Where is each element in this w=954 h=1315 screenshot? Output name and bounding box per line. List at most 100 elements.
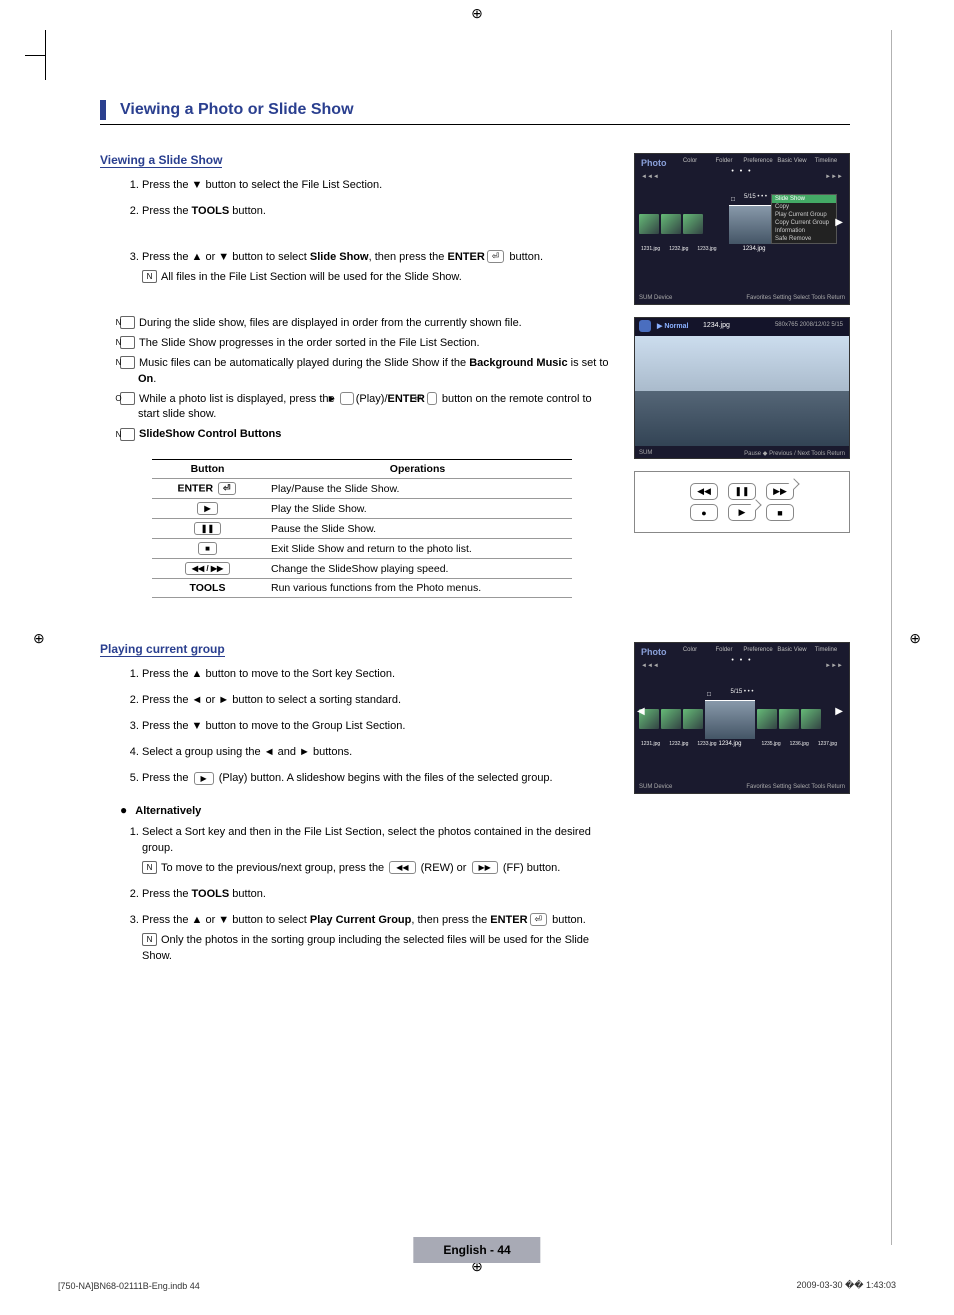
scr1-footer-left: SUM Device (639, 295, 672, 301)
note-icon: N (142, 270, 157, 283)
note-item-2: NThe Slide Show progresses in the order … (120, 336, 616, 352)
menu-item: Copy (772, 203, 836, 211)
note-icon: N (120, 316, 135, 329)
scr3-thumb (801, 709, 821, 729)
slideshow-steps: Press the ▼ button to select the File Li… (100, 178, 616, 286)
table-row: TOOLSRun various functions from the Phot… (152, 579, 572, 598)
scr3-arrows-l: ◄◄◄ (641, 663, 659, 669)
step-3-note: All files in the File List Section will … (161, 271, 462, 283)
step-3-b: Slide Show (310, 251, 369, 263)
play-key-icon: ▶ (197, 502, 217, 515)
scr1-footer-right: Favorites Setting Select Tools Return (746, 295, 845, 301)
play-key-icon: ▶ (194, 772, 214, 785)
note-icon: N (142, 861, 157, 874)
margin-line (891, 30, 892, 1245)
scr3-thumb (757, 709, 777, 729)
step-1-text: Press the ▼ button to select the File Li… (142, 179, 382, 191)
scr2-meta: 580x765 2008/12/02 5/15 (775, 322, 843, 328)
scr3-footer-right: Favorites Setting Select Tools Return (746, 784, 845, 790)
scr1-footer: SUM Device Favorites Setting Select Tool… (639, 295, 845, 301)
note-3-c: is set to (568, 357, 609, 369)
scr3-main-label: 1234.jpg (718, 741, 741, 747)
page-title: Viewing a Photo or Slide Show (120, 101, 354, 119)
rewff-key-icon: ◀◀ / ▶▶ (185, 562, 230, 575)
alt3-e: button. (549, 914, 586, 926)
step-3-a: Press the ▲ or ▼ button to select (142, 251, 310, 263)
registration-mark-right: ⊕ (909, 630, 921, 647)
thumb-label: 1233.jpg (697, 246, 716, 252)
cell-op: Play/Pause the Slide Show. (263, 479, 572, 499)
scr3-indicator: • • • (731, 657, 752, 664)
cell-btn: ■ (152, 539, 263, 559)
scr3-thumb (779, 709, 799, 729)
scr1-tabs: Color Folder Preference Basic View Timel… (673, 158, 843, 164)
alt1-note-c: (FF) button. (500, 862, 561, 874)
alt2-b: TOOLS (192, 888, 230, 900)
th-button: Button (152, 460, 263, 479)
menu-item-active: Slide Show (772, 195, 836, 203)
note-3-e: . (153, 373, 156, 385)
registration-mark-left: ⊕ (33, 630, 45, 647)
th-operations: Operations (263, 460, 572, 479)
note-3-a: Music files can be automatically played … (139, 357, 469, 369)
remote-rec-button[interactable]: ● (690, 504, 718, 521)
crop-mark-v (45, 30, 46, 80)
cell-btn: ENTER ⏎ (152, 479, 263, 499)
registration-mark-top: ⊕ (471, 5, 483, 22)
scr3-thumb-row: 1234.jpg (639, 699, 845, 739)
doc-timestamp-right: 2009-03-30 �� 1:43:03 (796, 1280, 896, 1291)
remote-pause-button[interactable]: ❚❚ (728, 483, 756, 500)
group-step-4: Select a group using the ◄ and ► buttons… (142, 745, 616, 761)
step-2-b: TOOLS (192, 205, 230, 217)
thumb-label: 1236.jpg (790, 741, 809, 747)
table-header-row: Button Operations (152, 460, 572, 479)
scr3-tab: Preference (741, 647, 775, 653)
scr3-thumb-labels-r: 1235.jpg 1236.jpg 1237.jpg (761, 741, 837, 747)
note-icon: N (120, 428, 135, 441)
step-3-d: ENTER (447, 251, 484, 263)
scr1-tab: Preference (741, 158, 775, 164)
group-step-5: Press the ▶ (Play) button. A slideshow b… (142, 771, 616, 787)
scr3-thumb (683, 709, 703, 729)
scr2-header: ▶ Normal 1234.jpg 580x765 2008/12/02 5/1… (635, 318, 849, 336)
scr2-filename: 1234.jpg (703, 322, 730, 329)
table-row: ◀◀ / ▶▶Change the SlideShow playing spee… (152, 559, 572, 579)
cell-op: Pause the Slide Show. (263, 519, 572, 539)
scr3-footer: SUM Device Favorites Setting Select Tool… (639, 784, 845, 790)
thumb-label: 1231.jpg (641, 741, 660, 747)
remote-play-button[interactable]: ▶ (728, 504, 756, 521)
cell-btn: ◀◀ / ▶▶ (152, 559, 263, 579)
step-3: Press the ▲ or ▼ button to select Slide … (142, 250, 616, 286)
alt3-c: , then press the (411, 914, 490, 926)
remote-stop-button[interactable]: ■ (766, 504, 794, 521)
note-3-b: Background Music (469, 357, 567, 369)
pause-key-icon: ❚❚ (194, 522, 221, 535)
alt2-c: button. (229, 888, 266, 900)
scr1-tab: Basic View (775, 158, 809, 164)
group-step-3: Press the ▼ button to move to the Group … (142, 719, 616, 735)
step-3-c: , then press the (369, 251, 448, 263)
step-3-e: button. (506, 251, 543, 263)
menu-item: Copy Current Group (772, 219, 836, 227)
crop-mark-h (25, 55, 45, 56)
bullet-icon: ● (120, 803, 127, 817)
scr1-tab: Color (673, 158, 707, 164)
alt3-a: Press the ▲ or ▼ button to select (142, 914, 310, 926)
step-1: Press the ▼ button to select the File Li… (142, 178, 616, 194)
hint-icon: O (120, 392, 135, 405)
scr1-thumb (661, 214, 681, 234)
section-heading-group: Playing current group (100, 642, 225, 657)
scr1-tab: Timeline (809, 158, 843, 164)
remote-rew-button[interactable]: ◀◀ (690, 483, 718, 500)
thumb-label: 1231.jpg (641, 246, 660, 252)
alt1-note-b: (REW) or (418, 862, 470, 874)
scr1-thumb-labels: 1231.jpg 1232.jpg 1233.jpg (641, 246, 717, 252)
alt3-b: Play Current Group (310, 914, 411, 926)
scr3-arrows-r: ►►► (825, 663, 843, 669)
scr1-thumb (683, 214, 703, 234)
remote-ff-button[interactable]: ▶▶ (766, 483, 794, 500)
cell-btn: TOOLS (152, 579, 263, 598)
menu-item: Safe Remove (772, 235, 836, 243)
cell-btn: ❚❚ (152, 519, 263, 539)
alt3-d: ENTER (490, 914, 527, 926)
